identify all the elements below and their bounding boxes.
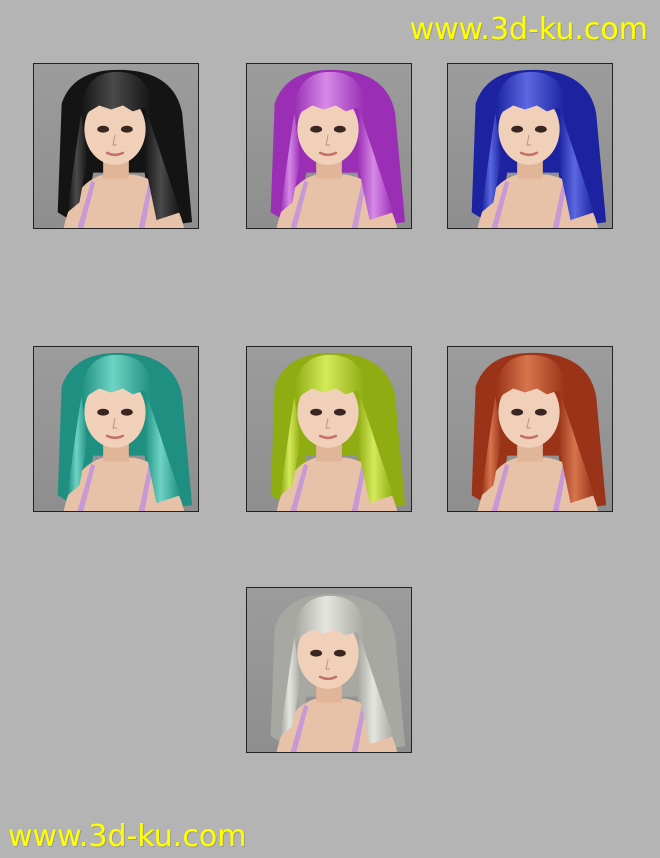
left-eye (310, 408, 323, 416)
watermark-top: www.3d-ku.com (409, 12, 648, 47)
right-eye (333, 125, 346, 133)
hair-variant-thumbnail-blue[interactable] (447, 63, 613, 229)
left-eye (511, 125, 524, 133)
portrait-image (471, 352, 607, 511)
portrait-image (270, 593, 406, 752)
portrait-image (270, 69, 406, 228)
hair-variant-thumbnail-teal[interactable] (33, 346, 199, 512)
watermark-bottom: www.3d-ku.com (8, 819, 247, 854)
left-eye (511, 408, 524, 416)
right-eye (333, 408, 346, 416)
portrait-image (471, 69, 607, 228)
right-eye (333, 649, 346, 657)
portrait-image (57, 352, 193, 511)
left-eye (97, 408, 110, 416)
hair-variant-thumbnail-black[interactable] (33, 63, 199, 229)
right-eye (534, 408, 547, 416)
portrait-image (270, 352, 406, 511)
hair-variant-thumbnail-silver[interactable] (246, 587, 412, 753)
hair-variant-thumbnail-lime[interactable] (246, 346, 412, 512)
left-eye (97, 125, 110, 133)
right-eye (534, 125, 547, 133)
left-eye (310, 649, 323, 657)
portrait-image (57, 69, 193, 228)
left-eye (310, 125, 323, 133)
right-eye (120, 408, 133, 416)
right-eye (120, 125, 133, 133)
hair-variant-thumbnail-red[interactable] (447, 346, 613, 512)
hair-variant-thumbnail-purple[interactable] (246, 63, 412, 229)
